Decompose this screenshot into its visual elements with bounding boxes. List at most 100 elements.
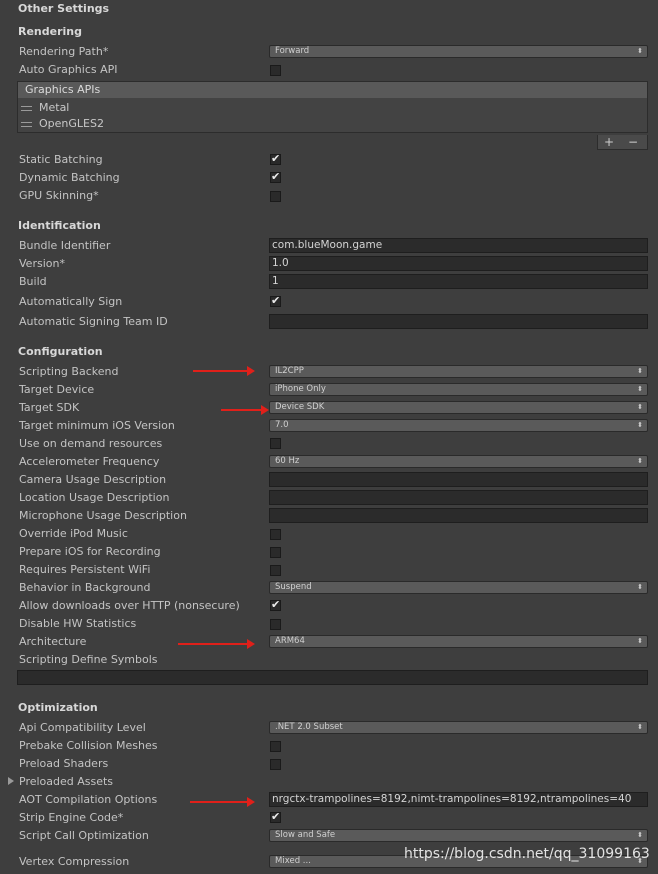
disable-hw-stats-checkbox[interactable] xyxy=(270,619,281,630)
identification-header: Identification xyxy=(18,219,101,232)
target-device-dropdown[interactable]: iPhone Only ⬍ xyxy=(269,383,648,396)
disable-hw-stats-label: Disable HW Statistics xyxy=(19,617,137,630)
aot-options-label: AOT Compilation Options xyxy=(19,793,158,806)
dropdown-value: .NET 2.0 Subset xyxy=(275,722,343,732)
preload-shaders-checkbox[interactable] xyxy=(270,759,281,770)
team-id-label: Automatic Signing Team ID xyxy=(19,315,168,328)
plus-icon[interactable]: + xyxy=(604,135,614,149)
red-arrow-icon xyxy=(190,797,255,807)
dropdown-value: IL2CPP xyxy=(275,366,304,376)
architecture-label: Architecture xyxy=(19,635,87,648)
override-ipod-checkbox[interactable] xyxy=(270,529,281,540)
static-batching-checkbox[interactable] xyxy=(270,152,281,165)
vertex-compression-label: Vertex Compression xyxy=(19,855,130,868)
prebake-label: Prebake Collision Meshes xyxy=(19,739,158,752)
up-down-arrows-icon: ⬍ xyxy=(637,403,643,411)
accelerometer-label: Accelerometer Frequency xyxy=(19,455,160,468)
red-arrow-icon xyxy=(193,366,255,376)
scripting-backend-label: Scripting Backend xyxy=(19,365,119,378)
strip-engine-checkbox[interactable] xyxy=(270,810,281,823)
allow-http-label: Allow downloads over HTTP (nonsecure) xyxy=(19,599,240,612)
rendering-path-label: Rendering Path* xyxy=(19,45,109,58)
dropdown-value: Forward xyxy=(275,46,310,56)
up-down-arrows-icon: ⬍ xyxy=(637,367,643,375)
dropdown-value: Device SDK xyxy=(275,402,325,412)
rendering-path-dropdown[interactable]: Forward ⬍ xyxy=(269,45,648,58)
dynamic-batching-label: Dynamic Batching xyxy=(19,171,120,184)
dropdown-value: 7.0 xyxy=(275,420,289,430)
up-down-arrows-icon: ⬍ xyxy=(637,583,643,591)
up-down-arrows-icon: ⬍ xyxy=(637,385,643,393)
version-field[interactable]: 1.0 xyxy=(269,256,648,271)
configuration-header: Configuration xyxy=(18,345,103,358)
drag-handle-icon[interactable] xyxy=(21,105,32,111)
architecture-dropdown[interactable]: ARM64 ⬍ xyxy=(269,635,648,648)
list-add-remove-buttons: + − xyxy=(597,135,648,150)
bundle-identifier-label: Bundle Identifier xyxy=(19,239,111,252)
build-field[interactable]: 1 xyxy=(269,274,648,289)
on-demand-checkbox[interactable] xyxy=(270,438,281,449)
up-down-arrows-icon: ⬍ xyxy=(637,637,643,645)
define-symbols-label: Scripting Define Symbols xyxy=(19,653,158,666)
api-compat-dropdown[interactable]: .NET 2.0 Subset ⬍ xyxy=(269,721,648,734)
dropdown-value: Mixed ... xyxy=(275,856,311,866)
background-behavior-dropdown[interactable]: Suspend ⬍ xyxy=(269,581,648,594)
preloaded-assets-label[interactable]: Preloaded Assets xyxy=(19,775,113,788)
prepare-recording-checkbox[interactable] xyxy=(270,547,281,558)
aot-options-field[interactable]: nrgctx-trampolines=8192,nimt-trampolines… xyxy=(269,792,648,807)
up-down-arrows-icon: ⬍ xyxy=(637,723,643,731)
target-sdk-label: Target SDK xyxy=(19,401,80,414)
allow-http-checkbox[interactable] xyxy=(270,598,281,611)
location-usage-field[interactable] xyxy=(269,490,648,505)
scripting-backend-dropdown[interactable]: IL2CPP ⬍ xyxy=(269,365,648,378)
min-ios-label: Target minimum iOS Version xyxy=(19,419,175,432)
list-item[interactable]: Metal xyxy=(21,101,69,114)
static-batching-label: Static Batching xyxy=(19,153,103,166)
up-down-arrows-icon: ⬍ xyxy=(637,831,643,839)
target-sdk-dropdown[interactable]: Device SDK ⬍ xyxy=(269,401,648,414)
version-label: Version* xyxy=(19,257,65,270)
list-item[interactable]: OpenGLES2 xyxy=(21,117,104,130)
dropdown-value: Suspend xyxy=(275,582,312,592)
rendering-header: Rendering xyxy=(18,25,82,38)
auto-sign-label: Automatically Sign xyxy=(19,295,123,308)
gpu-skinning-checkbox[interactable] xyxy=(270,191,281,202)
prepare-recording-label: Prepare iOS for Recording xyxy=(19,545,161,558)
dropdown-value: 60 Hz xyxy=(275,456,300,466)
foldout-triangle-icon[interactable] xyxy=(8,777,14,785)
dropdown-value: ARM64 xyxy=(275,636,305,646)
auto-graphics-checkbox[interactable] xyxy=(270,65,281,76)
location-usage-label: Location Usage Description xyxy=(19,491,170,504)
auto-graphics-label: Auto Graphics API xyxy=(19,63,118,76)
red-arrow-icon xyxy=(221,405,269,415)
persistent-wifi-checkbox[interactable] xyxy=(270,565,281,576)
dropdown-value: Slow and Safe xyxy=(275,830,336,840)
prebake-checkbox[interactable] xyxy=(270,741,281,752)
override-ipod-label: Override iPod Music xyxy=(19,527,128,540)
up-down-arrows-icon: ⬍ xyxy=(637,457,643,465)
minus-icon[interactable]: − xyxy=(628,135,638,149)
api-compat-label: Api Compatibility Level xyxy=(19,721,146,734)
bundle-identifier-field[interactable]: com.blueMoon.game xyxy=(269,238,648,253)
microphone-usage-field[interactable] xyxy=(269,508,648,523)
red-arrow-icon xyxy=(178,639,255,649)
accelerometer-dropdown[interactable]: 60 Hz ⬍ xyxy=(269,455,648,468)
microphone-usage-label: Microphone Usage Description xyxy=(19,509,187,522)
define-symbols-field[interactable] xyxy=(17,670,648,685)
auto-sign-checkbox[interactable] xyxy=(270,294,281,307)
up-down-arrows-icon: ⬍ xyxy=(637,421,643,429)
watermark: https://blog.csdn.net/qq_31099163 xyxy=(404,846,650,862)
background-behavior-label: Behavior in Background xyxy=(19,581,151,594)
drag-handle-icon[interactable] xyxy=(21,121,32,127)
script-call-dropdown[interactable]: Slow and Safe ⬍ xyxy=(269,829,648,842)
build-label: Build xyxy=(19,275,47,288)
min-ios-dropdown[interactable]: 7.0 ⬍ xyxy=(269,419,648,432)
graphics-apis-list: Graphics APIs Metal OpenGLES2 xyxy=(17,81,648,133)
preload-shaders-label: Preload Shaders xyxy=(19,757,109,770)
camera-usage-field[interactable] xyxy=(269,472,648,487)
dynamic-batching-checkbox[interactable] xyxy=(270,170,281,183)
up-down-arrows-icon: ⬍ xyxy=(637,47,643,55)
page-title: Other Settings xyxy=(18,2,110,15)
strip-engine-label: Strip Engine Code* xyxy=(19,811,124,824)
team-id-field[interactable] xyxy=(269,314,648,329)
